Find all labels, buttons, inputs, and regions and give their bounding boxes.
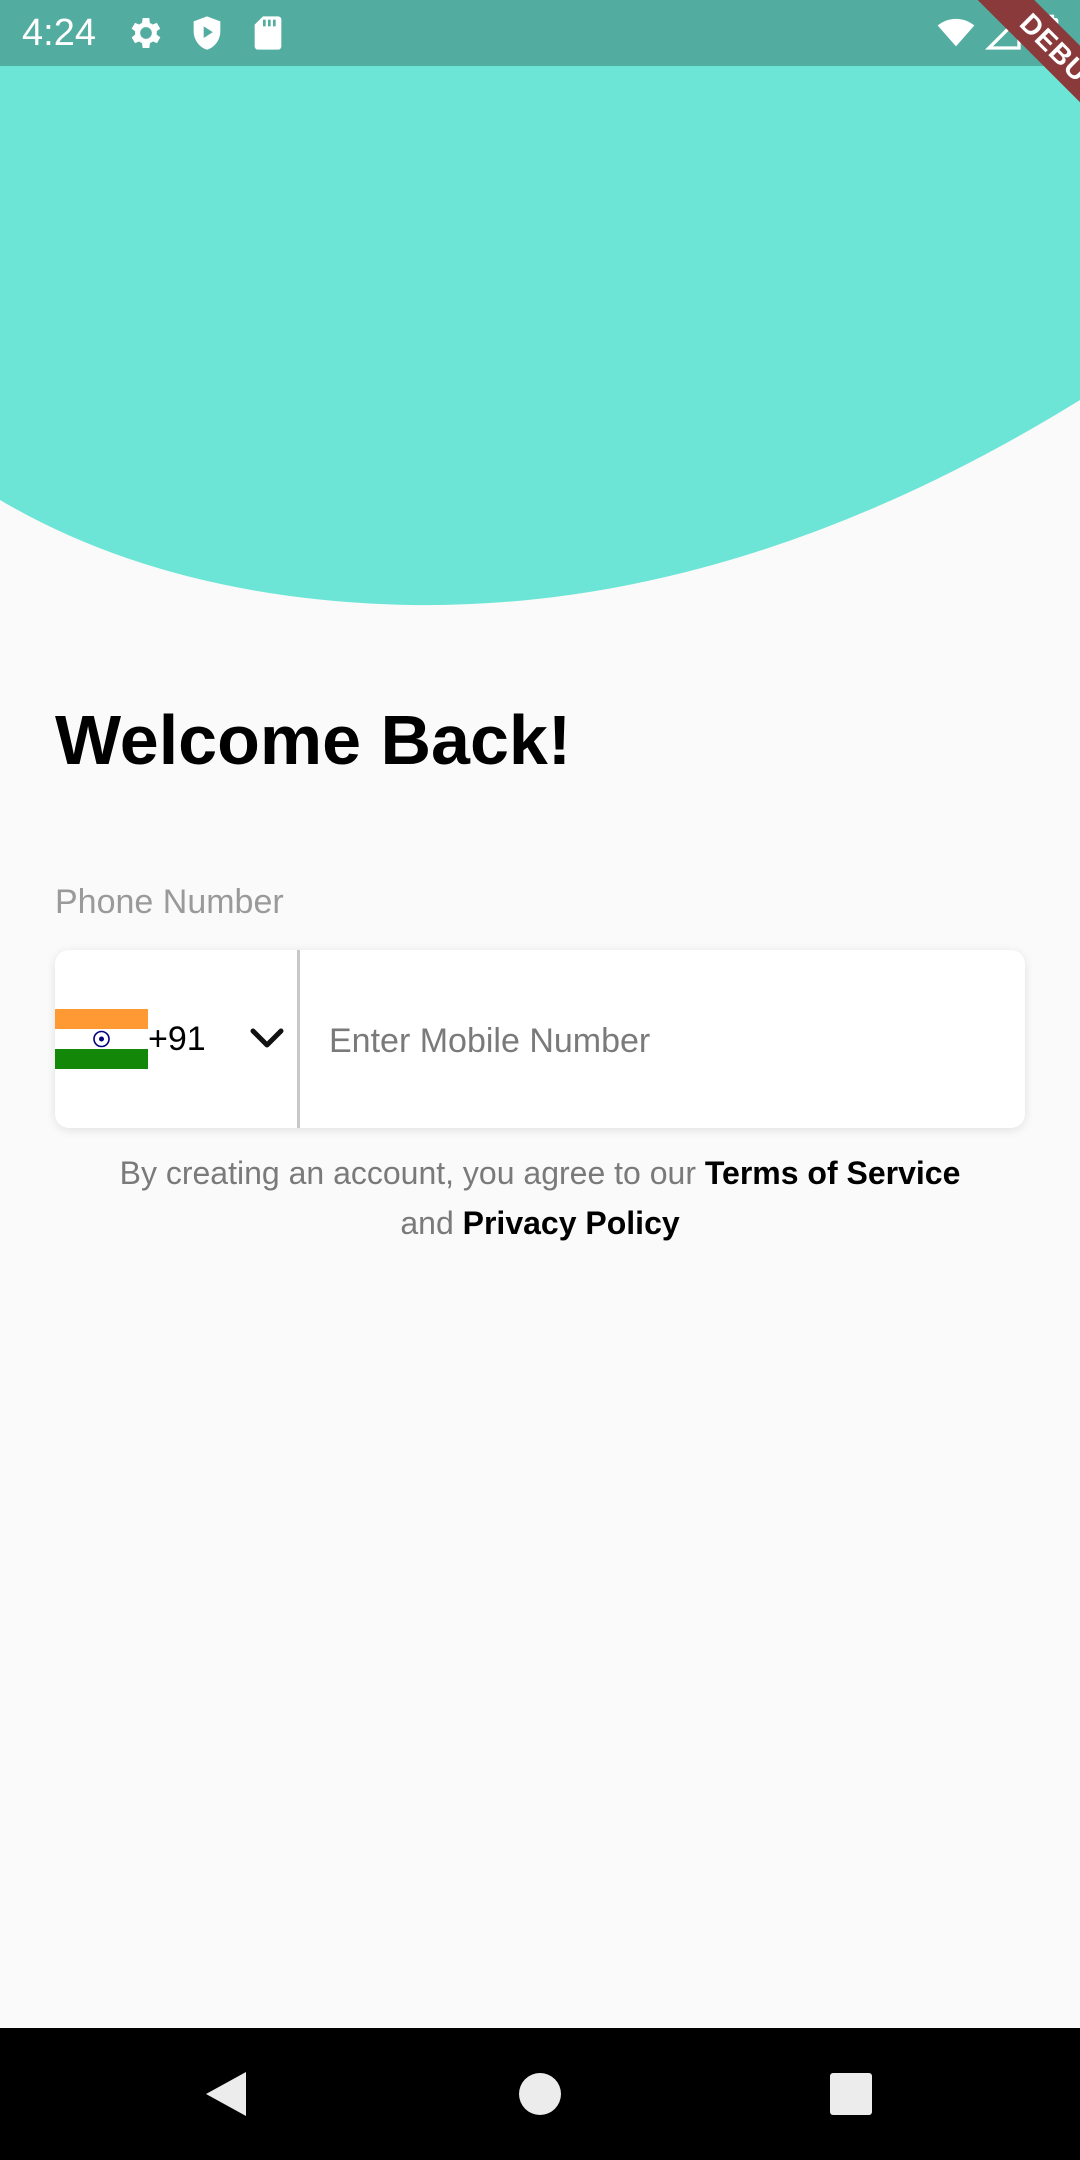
terms-of-service-link[interactable]: Terms of Service: [705, 1155, 961, 1191]
terms-conjunction: and: [400, 1205, 454, 1241]
terms-prefix: By creating an account, you agree to our: [119, 1155, 696, 1191]
india-flag-icon: [55, 1009, 148, 1069]
status-time: 4:24: [22, 12, 96, 54]
hero-background: [0, 0, 1080, 610]
page-title: Welcome Back!: [55, 701, 572, 779]
terms-notice: By creating an account, you agree to our…: [100, 1148, 980, 1248]
home-icon[interactable]: [510, 2064, 570, 2124]
gear-icon: [126, 13, 166, 53]
shield-play-icon: [187, 13, 227, 53]
mobile-number-input[interactable]: [327, 1010, 991, 1072]
phone-number-label: Phone Number: [55, 883, 284, 921]
recents-icon[interactable]: [821, 2064, 881, 2124]
back-icon[interactable]: [196, 2064, 256, 2124]
phone-input-group: +91: [55, 950, 1025, 1128]
signal-icon: [984, 13, 1024, 53]
battery-icon: [1030, 13, 1070, 53]
navigation-bar: [0, 2028, 1080, 2160]
privacy-policy-link[interactable]: Privacy Policy: [463, 1205, 680, 1241]
sd-card-icon: [248, 13, 288, 53]
country-code-picker[interactable]: +91: [55, 950, 298, 1128]
chevron-down-icon: [247, 1021, 287, 1057]
status-bar: 4:24: [0, 0, 1080, 66]
input-divider: [297, 950, 300, 1128]
dial-code: +91: [148, 1020, 206, 1058]
wifi-icon: [936, 13, 976, 53]
